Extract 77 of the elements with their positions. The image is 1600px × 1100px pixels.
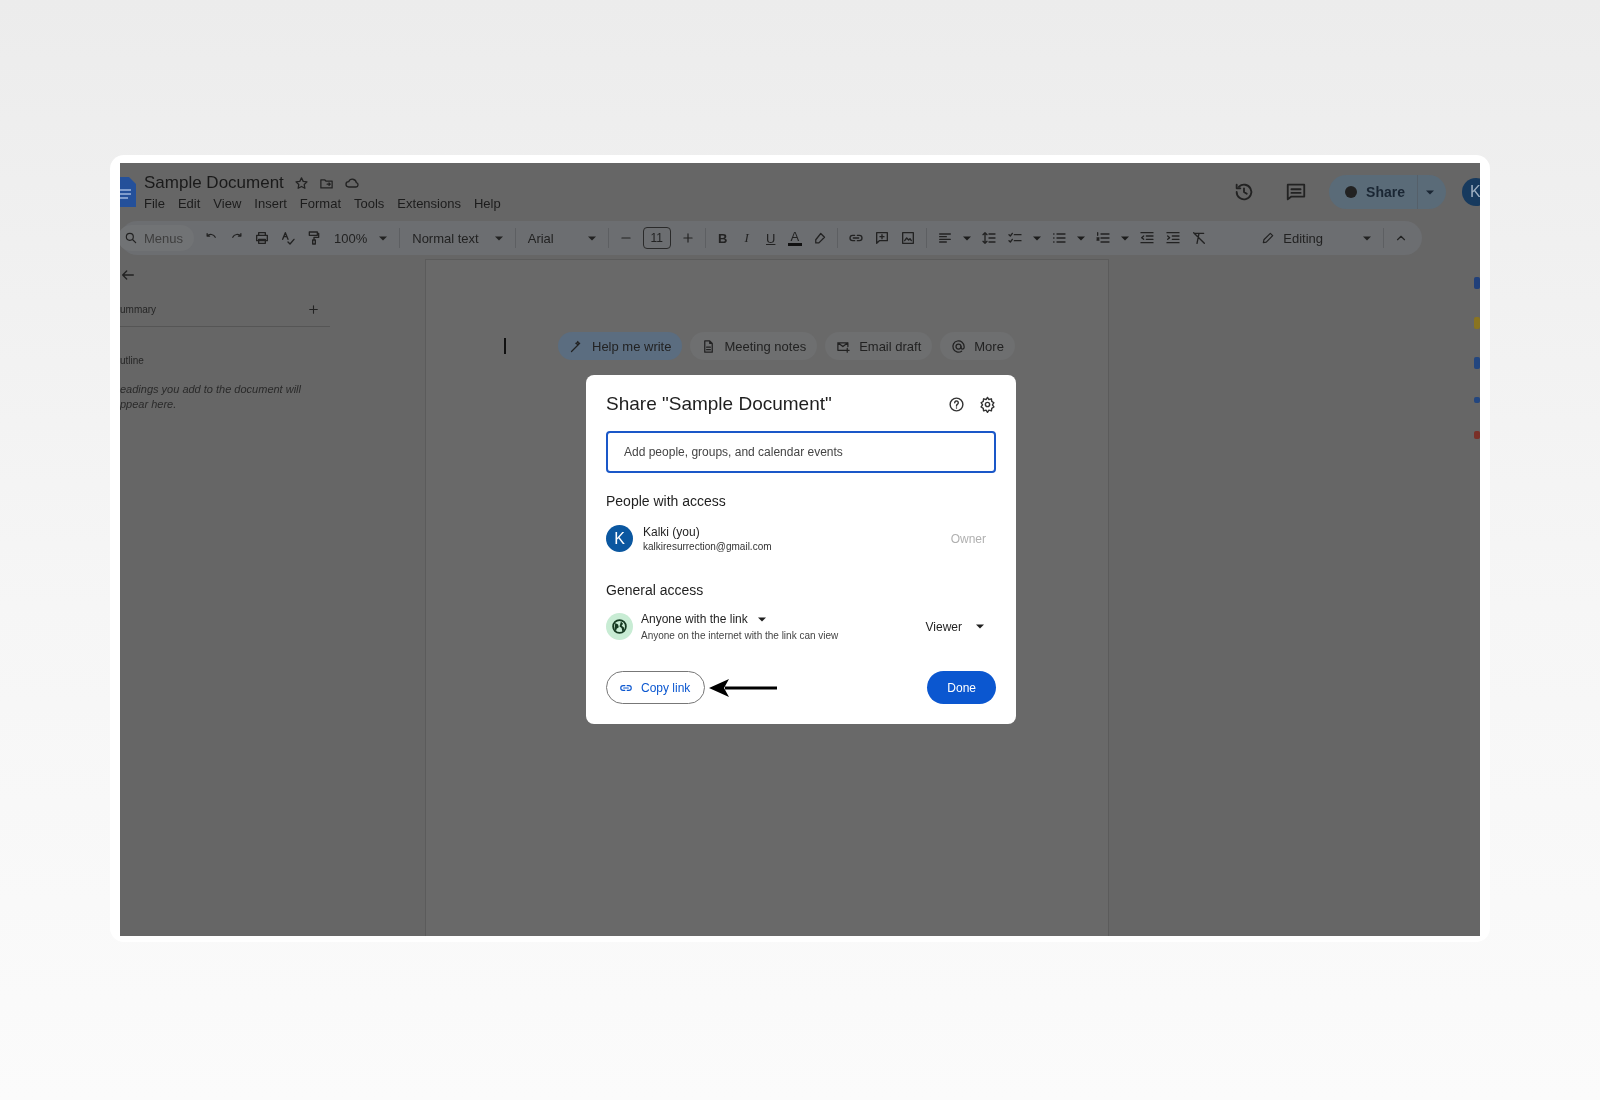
caret-icon [1426, 189, 1434, 195]
font-dropdown[interactable]: Arial [525, 230, 598, 246]
suggestion-chip[interactable]: More [940, 332, 1015, 360]
section-heading: People with access [606, 493, 727, 509]
numbered-list-icon[interactable] [1094, 230, 1111, 246]
pointer-arrow [709, 676, 780, 699]
caret-icon [757, 616, 766, 622]
access-description: Anyone on the internet with the link can view [641, 630, 839, 641]
menu-item[interactable]: Help [473, 196, 501, 211]
back-arrow-icon[interactable] [120, 267, 136, 283]
menu-item[interactable]: File [144, 196, 165, 211]
share-button[interactable]: Share [1329, 175, 1446, 209]
outline-heading: utline [120, 355, 145, 366]
format-button[interactable]: U [763, 230, 778, 246]
image-icon[interactable] [899, 230, 916, 246]
caret-icon [976, 624, 984, 629]
suggestion-chip[interactable]: Meeting notes [690, 332, 818, 360]
summary-heading: ummary [120, 304, 157, 315]
menu-item[interactable]: Edit [177, 196, 201, 211]
font-size-field[interactable]: 11 [642, 227, 671, 249]
checklist-icon[interactable] [1006, 230, 1023, 246]
menu-item[interactable]: Insert [254, 196, 287, 211]
style-dropdown[interactable]: Normal text [410, 230, 505, 246]
suggestion-chip[interactable]: Email draft [825, 332, 933, 360]
copy-link-button[interactable]: Copy link [606, 671, 706, 704]
align-icon[interactable] [936, 230, 953, 246]
menu-item[interactable]: View [213, 196, 242, 211]
at-sign-icon[interactable] [951, 338, 967, 354]
document-title[interactable]: Sample Document [144, 173, 284, 193]
caret-icon [962, 235, 971, 241]
paint-roller-icon[interactable] [306, 230, 322, 246]
format-button[interactable]: I [739, 230, 754, 246]
format-button[interactable]: A [787, 230, 802, 246]
text-cursor [504, 338, 506, 354]
zoom-dropdown[interactable]: 100% [332, 230, 390, 246]
document-app-icon[interactable] [120, 177, 136, 207]
account-avatar[interactable]: K [1462, 178, 1480, 206]
person-name: Kalki (you) [643, 525, 701, 539]
help-icon[interactable] [948, 395, 965, 413]
role-dropdown[interactable]: Viewer [925, 619, 996, 634]
menu-item[interactable]: Format [299, 196, 341, 211]
caret-icon [1076, 235, 1085, 241]
mode-dropdown[interactable]: Editing [1259, 230, 1373, 246]
done-button[interactable]: Done [927, 671, 996, 704]
caret-icon [1363, 235, 1371, 241]
add-comment-icon[interactable] [873, 230, 890, 246]
menu-item[interactable]: Extensions [397, 196, 461, 211]
comment-icon[interactable] [1285, 181, 1308, 203]
person-role: Owner [950, 531, 987, 546]
spellcheck-icon[interactable] [280, 230, 296, 246]
caret-icon [494, 235, 503, 241]
caret-icon [379, 235, 388, 241]
clear-formatting-icon[interactable] [1190, 230, 1207, 246]
section-heading: General access [606, 582, 705, 598]
outline-hint: eadings you add to the document will ppear here. [120, 382, 302, 412]
outdent-icon[interactable] [1138, 230, 1155, 246]
person-email: kalkiresurrection@gmail.com [643, 541, 772, 552]
caret-icon [587, 235, 596, 241]
print-icon[interactable] [254, 230, 270, 246]
bullet-list-icon[interactable] [1050, 230, 1067, 246]
caret-icon [1120, 235, 1129, 241]
dialog-title: Share "Sample Document" [606, 393, 833, 415]
settings-icon[interactable] [979, 395, 996, 413]
indent-icon[interactable] [1164, 230, 1181, 246]
plus-icon[interactable] [680, 231, 695, 245]
search-icon[interactable] [124, 231, 138, 245]
pencil-icon[interactable] [1261, 231, 1276, 245]
suggestion-chip[interactable]: Help me write [558, 332, 683, 360]
menu-item[interactable]: Tools [354, 196, 385, 211]
access-dropdown[interactable]: Anyone with the link [641, 612, 766, 626]
person-avatar: K [606, 525, 633, 552]
plus-icon[interactable] [307, 303, 320, 316]
add-people-field[interactable]: Add people, groups, and calendar events [606, 431, 996, 473]
format-button[interactable]: B [715, 230, 730, 246]
caret-icon [1032, 235, 1041, 241]
star-icon[interactable] [293, 175, 309, 191]
line-spacing-icon[interactable] [980, 230, 997, 246]
